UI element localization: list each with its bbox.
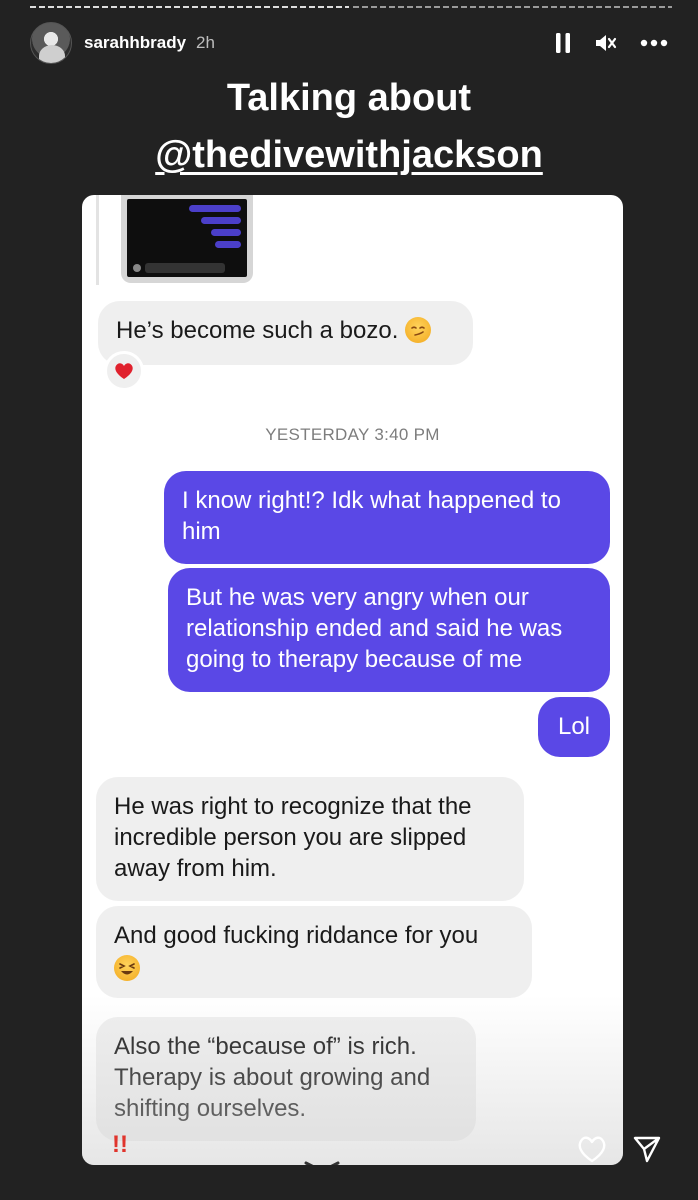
message-bubble-outgoing[interactable]: Lol: [538, 697, 610, 757]
message-timestamp: YESTERDAY 3:40 PM: [265, 425, 440, 444]
header-controls: [554, 32, 668, 54]
story-view[interactable]: sarahhbrady 2h Talking about @thedivewit…: [0, 0, 698, 1200]
username[interactable]: sarahhbrady: [84, 33, 186, 53]
message-bubble-outgoing[interactable]: I know right!? Idk what happened to him: [164, 471, 610, 564]
avatar[interactable]: [30, 22, 72, 64]
message-text: But he was very angry when our relations…: [186, 584, 563, 673]
message-text: And good fucking riddance for you: [114, 922, 479, 949]
message-bubble-incoming[interactable]: And good fucking riddance for you: [96, 906, 532, 998]
message-bubble-outgoing[interactable]: But he was very angry when our relations…: [168, 568, 610, 692]
message-bubble-incoming[interactable]: He was right to recognize that the incre…: [96, 777, 524, 901]
caption-line1: Talking about: [226, 77, 472, 119]
message-text: Also the “because of” is rich. Therapy i…: [114, 1033, 431, 1122]
heart-reaction[interactable]: [104, 351, 144, 391]
progress-segment: [30, 6, 349, 8]
more-icon[interactable]: [640, 39, 668, 47]
mute-icon[interactable]: [594, 32, 618, 54]
story-progress-bar: [30, 6, 672, 9]
message-bubble-incoming[interactable]: Also the “because of” is rich. Therapy i…: [96, 1017, 476, 1141]
smirk-emoji-icon: [405, 317, 432, 343]
story-caption: Talking about @thedivewithjackson: [0, 70, 698, 184]
story-actions: [576, 1134, 662, 1164]
chat-screenshot: He’s become such a bozo. YESTERDAY 3:40 …: [82, 195, 623, 1165]
heart-icon[interactable]: [576, 1134, 608, 1164]
message-text: He’s become such a bozo.: [116, 317, 399, 344]
laughing-emoji-icon: [114, 955, 140, 981]
post-time: 2h: [196, 33, 215, 52]
embedded-screenshot: [96, 195, 260, 285]
pause-icon[interactable]: [554, 32, 572, 54]
message-text: He was right to recognize that the incre…: [114, 793, 472, 882]
message-text: Lol: [557, 713, 591, 740]
send-icon[interactable]: [632, 1134, 662, 1164]
message-text: I know right!? Idk what happened to him: [182, 487, 561, 545]
caption-mention[interactable]: @thedivewithjackson: [0, 127, 698, 184]
progress-segment-current: [353, 6, 672, 8]
chevron-down-icon: [304, 1161, 340, 1165]
message-bubble-incoming[interactable]: He’s become such a bozo.: [98, 301, 473, 365]
heart-reaction-icon: [115, 363, 133, 379]
story-header: sarahhbrady 2h: [30, 18, 668, 68]
exclaim-reaction: !!: [112, 1131, 128, 1158]
